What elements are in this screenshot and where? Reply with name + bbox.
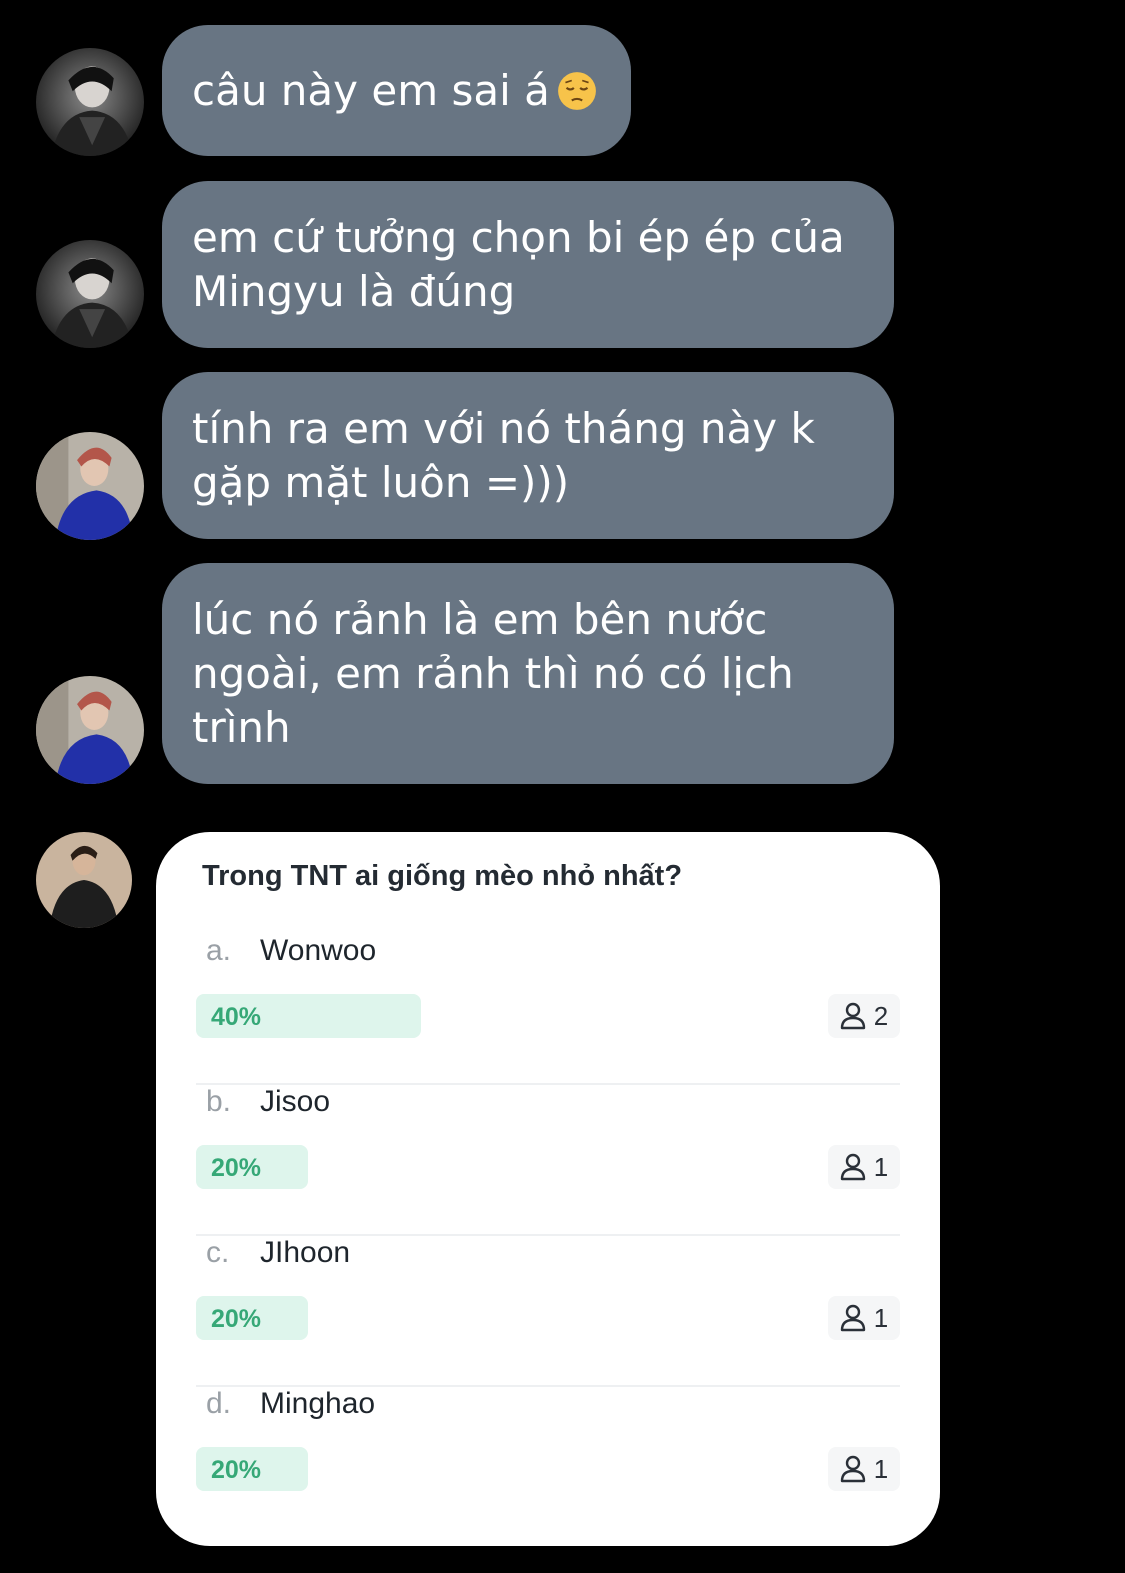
percent-label: 20% <box>211 1154 262 1182</box>
vote-count: 1 <box>873 1302 889 1333</box>
option-name: Wonwoo <box>260 934 377 967</box>
option-letter: d. <box>206 1387 232 1420</box>
vote-count: 1 <box>873 1453 889 1484</box>
vote-count: 2 <box>873 1000 889 1031</box>
avatar-user-2[interactable] <box>36 676 144 784</box>
person-icon <box>840 1153 865 1181</box>
poll-card: Trong TNT ai giống mèo nhỏ nhất? a. Wonw… <box>156 832 940 1546</box>
avatar-user-2[interactable] <box>36 432 144 540</box>
poll-option[interactable]: c. JIhoon 20% 1 <box>196 1236 900 1387</box>
vote-count: 1 <box>873 1151 889 1182</box>
avatar-user-3[interactable] <box>36 832 132 928</box>
vote-count-button[interactable]: 2 <box>828 994 900 1038</box>
percent-label: 20% <box>211 1305 262 1333</box>
message-text: tính ra em với nó tháng này k gặp mặt lu… <box>192 403 815 507</box>
pensive-face-emoji <box>557 71 596 110</box>
vote-count-button[interactable]: 1 <box>828 1145 900 1189</box>
avatar-photo <box>36 48 144 156</box>
poll-question: Trong TNT ai giống mèo nhỏ nhất? <box>202 860 683 892</box>
person-icon <box>840 1455 865 1483</box>
person-icon <box>840 1002 865 1030</box>
poll-option[interactable]: a. Wonwoo 40% 2 <box>196 934 900 1085</box>
message-bubble[interactable]: câu này em sai á <box>162 25 631 156</box>
poll-option[interactable]: d. Minghao 20% 1 <box>196 1387 900 1538</box>
avatar-user-1[interactable] <box>36 240 144 348</box>
avatar-photo <box>36 432 144 540</box>
option-name: JIhoon <box>260 1236 351 1269</box>
avatar-photo <box>36 676 144 784</box>
message-text: lúc nó rảnh là em bên nước ngoài, em rản… <box>192 594 794 752</box>
message-bubble[interactable]: em cứ tưởng chọn bi ép ép của Mingyu là … <box>162 181 894 348</box>
avatar-photo <box>36 832 132 928</box>
message-bubble[interactable]: lúc nó rảnh là em bên nước ngoài, em rản… <box>162 563 894 784</box>
message-text: câu này em sai á <box>192 65 550 115</box>
option-name: Jisoo <box>260 1085 331 1118</box>
option-name: Minghao <box>260 1387 376 1420</box>
person-icon <box>840 1304 865 1332</box>
poll-option[interactable]: b. Jisoo 20% 1 <box>196 1085 900 1236</box>
vote-count-button[interactable]: 1 <box>828 1296 900 1340</box>
avatar-photo <box>36 240 144 348</box>
percent-label: 40% <box>211 1003 262 1031</box>
avatar-user-1[interactable] <box>36 48 144 156</box>
option-letter: a. <box>206 934 232 967</box>
option-letter: b. <box>206 1085 232 1118</box>
option-letter: c. <box>206 1236 230 1269</box>
message-bubble[interactable]: tính ra em với nó tháng này k gặp mặt lu… <box>162 372 894 539</box>
message-text: em cứ tưởng chọn bi ép ép của Mingyu là … <box>192 212 845 316</box>
vote-count-button[interactable]: 1 <box>828 1447 900 1491</box>
percent-label: 20% <box>211 1456 262 1484</box>
